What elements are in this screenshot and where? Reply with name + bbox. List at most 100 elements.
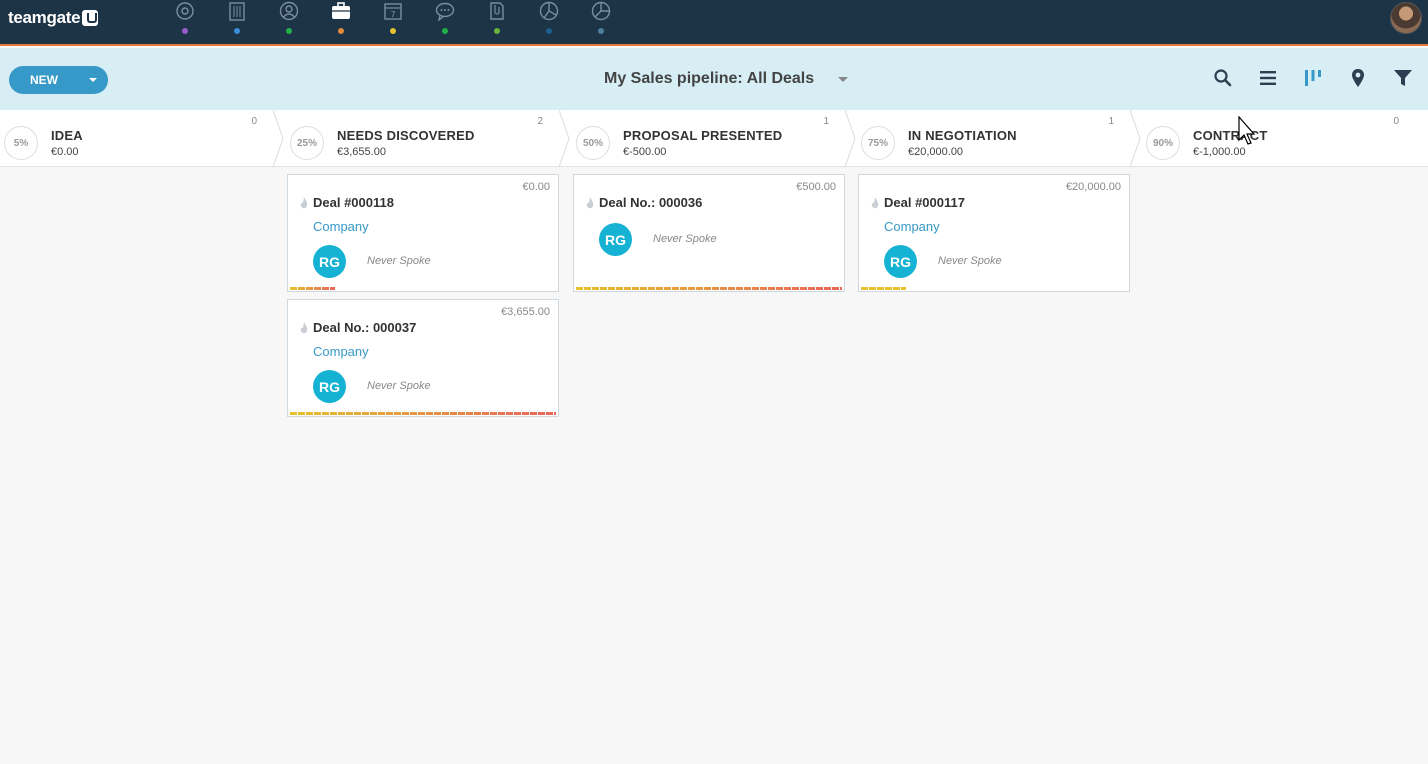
deal-progress-bar [290, 287, 335, 290]
search-icon [1214, 69, 1232, 87]
nav-dot [338, 28, 344, 34]
stage-name: CONTRACT [1193, 128, 1268, 143]
logo-badge-icon [82, 10, 99, 26]
chevron-down-icon[interactable] [838, 77, 848, 82]
pipeline-stages: 5% IDEA €0.00 0 25% NEEDS DISCOVERED €3,… [0, 110, 1428, 167]
deal-amount: €0.00 [522, 181, 550, 193]
people-icon [279, 1, 299, 21]
new-button-label: NEW [30, 73, 58, 87]
nav-people[interactable] [266, 0, 318, 44]
new-button[interactable]: NEW [9, 66, 108, 94]
deal-title[interactable]: Deal No.: 000036 [599, 195, 702, 210]
stage-count: 1 [823, 116, 829, 127]
stage-name: PROPOSAL PRESENTED [623, 128, 783, 143]
companies-icon [229, 2, 245, 21]
owner-avatar[interactable]: RG [884, 245, 917, 278]
flame-icon [871, 197, 879, 209]
stage-count: 0 [1393, 116, 1399, 127]
contact-status: Never Spoke [653, 233, 717, 245]
nav-calendar[interactable]: 7 [370, 0, 422, 44]
nav-deals[interactable] [318, 0, 370, 44]
deal-title[interactable]: Deal #000118 [313, 195, 394, 210]
filter-button[interactable] [1392, 67, 1414, 89]
teamgate-logo[interactable]: teamgate [8, 8, 99, 28]
flame-icon [300, 197, 308, 209]
deal-company-link[interactable]: Company [884, 219, 940, 234]
deal-amount: €3,655.00 [501, 306, 550, 318]
contact-status: Never Spoke [938, 255, 1002, 267]
deals-icon [332, 2, 350, 19]
map-view-button[interactable] [1347, 67, 1369, 89]
deal-card[interactable]: €0.00 Deal #000118 Company RG Never Spok… [287, 174, 559, 292]
top-nav-bar: teamgate 7 [0, 0, 1428, 46]
stage-count: 1 [1108, 116, 1114, 127]
stage-needs-discovered[interactable]: 25% NEEDS DISCOVERED €3,655.00 2 [286, 110, 571, 167]
deal-company-link[interactable]: Company [313, 344, 369, 359]
stage-amount: €0.00 [51, 146, 79, 158]
stage-probability: 90% [1146, 126, 1180, 160]
mouse-cursor-icon [1238, 116, 1256, 145]
nav-dot [234, 28, 240, 34]
stage-amount: €-500.00 [623, 146, 667, 158]
stage-probability: 5% [4, 126, 38, 160]
nav-companies[interactable] [214, 0, 266, 44]
stage-probability: 75% [861, 126, 895, 160]
deal-title[interactable]: Deal No.: 000037 [313, 320, 416, 335]
nav-dashboard[interactable] [162, 0, 214, 44]
filter-icon [1394, 70, 1412, 86]
documents-icon [490, 2, 504, 20]
chat-icon [435, 2, 455, 21]
nav-dot [390, 28, 396, 34]
deal-progress-bar [290, 412, 556, 415]
stage-contract[interactable]: 90% CONTRACT €-1,000.00 0 [1142, 110, 1427, 167]
stage-probability: 50% [576, 126, 610, 160]
stage-separator-icon [1130, 110, 1141, 167]
stage-amount: €20,000.00 [908, 146, 964, 158]
analytics-icon [591, 1, 611, 21]
flame-icon [300, 322, 308, 334]
kanban-view-icon [1305, 70, 1321, 86]
kanban-view-button[interactable] [1302, 67, 1324, 89]
nav-analytics[interactable] [578, 0, 630, 44]
calendar-icon: 7 [384, 3, 402, 20]
logo-text: teamgate [8, 8, 81, 27]
stage-count: 0 [251, 116, 257, 127]
owner-avatar[interactable]: RG [313, 245, 346, 278]
stage-in-negotiation[interactable]: 75% IN NEGOTIATION €20,000.00 1 [857, 110, 1142, 167]
deal-progress-bar [576, 287, 842, 290]
nav-documents[interactable] [474, 0, 526, 44]
search-button[interactable] [1212, 67, 1234, 89]
stage-proposal-presented[interactable]: 50% PROPOSAL PRESENTED €-500.00 1 [572, 110, 857, 167]
stage-separator-icon [273, 110, 284, 167]
map-pin-icon [1352, 69, 1364, 87]
user-avatar[interactable] [1390, 2, 1422, 34]
stage-count: 2 [537, 116, 543, 127]
stage-idea[interactable]: 5% IDEA €0.00 0 [0, 110, 285, 167]
deal-card[interactable]: €3,655.00 Deal No.: 000037 Company RG Ne… [287, 299, 559, 417]
nav-reports[interactable] [526, 0, 578, 44]
stage-separator-icon [559, 110, 570, 167]
stage-name: IN NEGOTIATION [908, 128, 1017, 143]
contact-status: Never Spoke [367, 380, 431, 392]
deal-amount: €20,000.00 [1065, 181, 1121, 193]
dashboard-icon [176, 2, 194, 20]
deal-card[interactable]: €20,000.00 Deal #000117 Company RG Never… [858, 174, 1130, 292]
stage-amount: €3,655.00 [337, 146, 386, 158]
pipeline-selector[interactable]: My Sales pipeline: All Deals [604, 70, 814, 88]
stage-name: NEEDS DISCOVERED [337, 128, 475, 143]
reports-icon [539, 1, 559, 21]
nav-dot [546, 28, 552, 34]
deal-company-link[interactable]: Company [313, 219, 369, 234]
deal-amount: €500.00 [796, 181, 836, 193]
owner-avatar[interactable]: RG [599, 223, 632, 256]
deal-card[interactable]: €500.00 Deal No.: 000036 RG Never Spoke [573, 174, 845, 292]
main-nav: 7 [162, 0, 630, 44]
pipeline-toolbar: NEW My Sales pipeline: All Deals [0, 48, 1428, 110]
flame-icon [586, 197, 594, 209]
list-view-button[interactable] [1257, 67, 1279, 89]
owner-avatar[interactable]: RG [313, 370, 346, 403]
stage-probability: 25% [290, 126, 324, 160]
chevron-down-icon[interactable] [89, 78, 97, 82]
deal-title[interactable]: Deal #000117 [884, 195, 965, 210]
nav-chat[interactable] [422, 0, 474, 44]
